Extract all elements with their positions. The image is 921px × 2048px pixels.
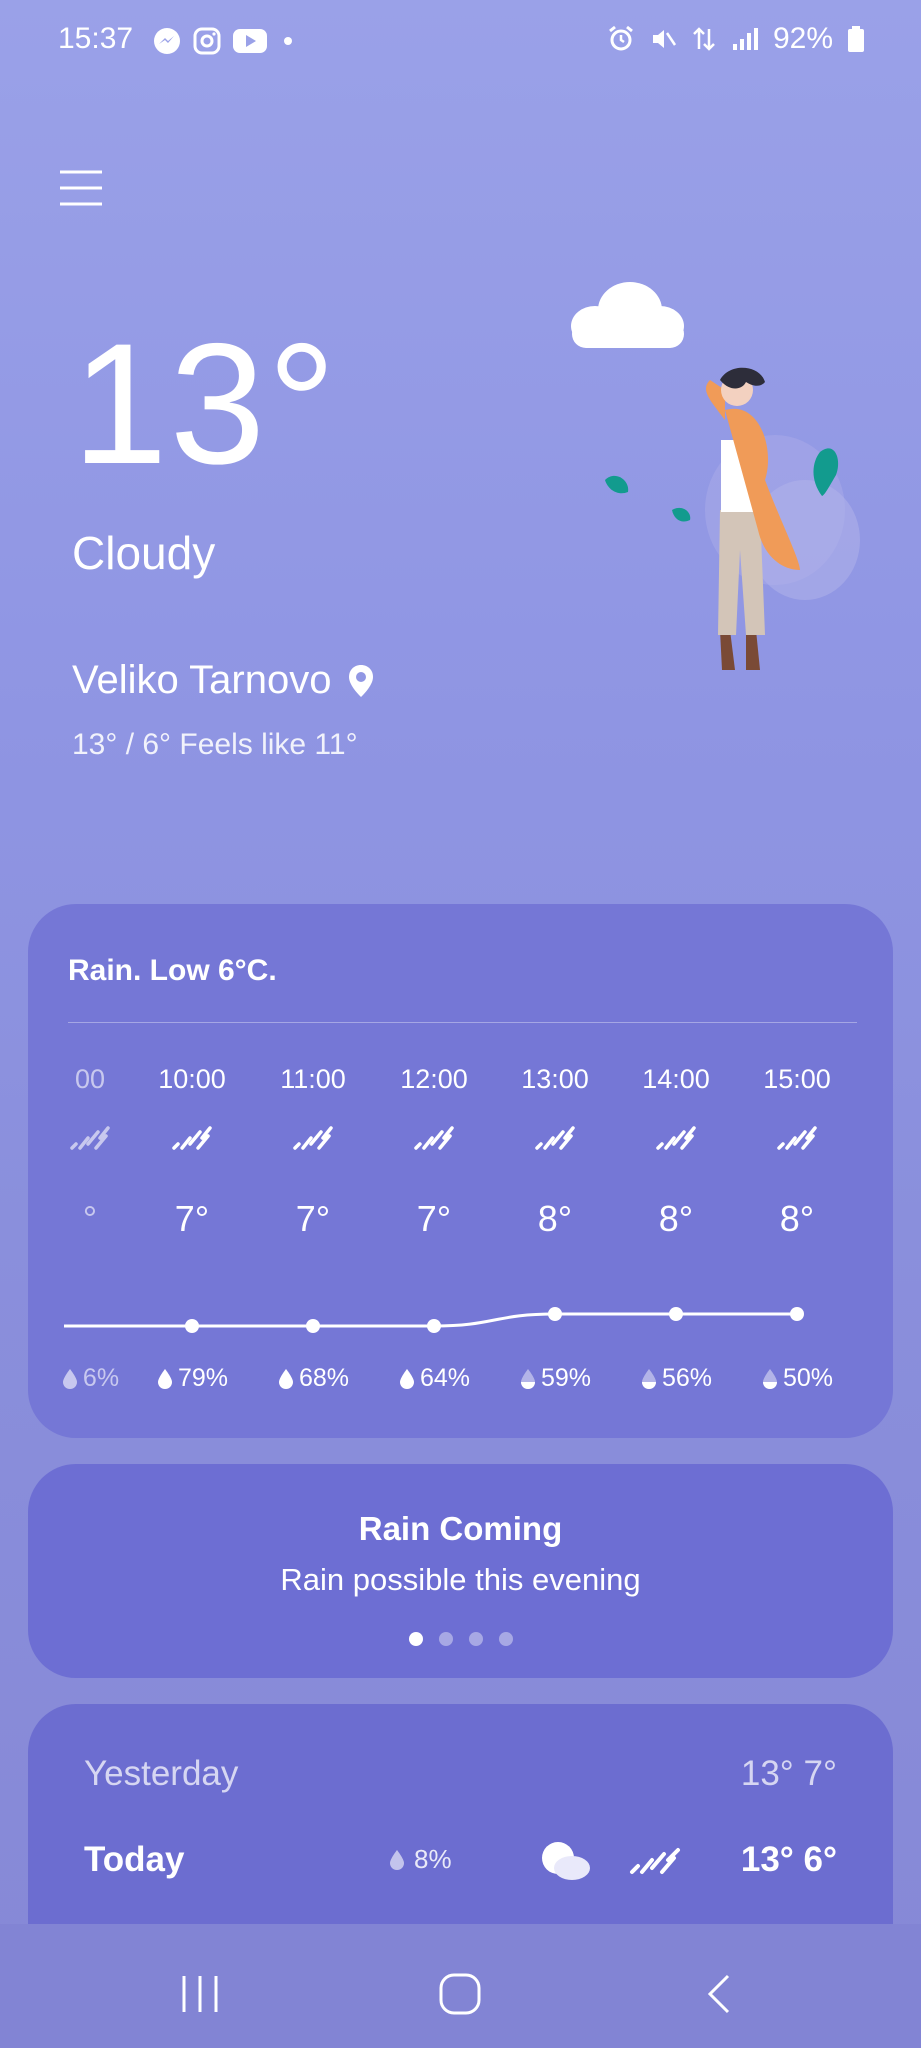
hourly-temp: 7° xyxy=(416,1198,452,1239)
hamburger-icon xyxy=(60,170,102,206)
raindrop-icon xyxy=(762,1368,777,1389)
page-dot xyxy=(498,1632,513,1646)
youtube-icon xyxy=(233,29,267,53)
back-icon xyxy=(707,1974,730,2014)
page-dot xyxy=(408,1632,423,1646)
hourly-precip-value: 68% xyxy=(298,1364,350,1392)
raindrop-icon xyxy=(399,1368,414,1389)
hourly-precip: 50% xyxy=(742,1364,852,1393)
hourly-precip: 64% xyxy=(379,1364,489,1393)
dot-icon xyxy=(284,37,292,45)
hourly-precip-value: 79% xyxy=(177,1364,229,1392)
page-indicator xyxy=(28,1632,893,1646)
hourly-time: 13:00 xyxy=(521,1064,589,1094)
signal-icon xyxy=(732,28,758,50)
battery-percent: 92% xyxy=(772,22,833,55)
home-button[interactable] xyxy=(430,1964,490,2024)
rain-icon xyxy=(630,1848,680,1874)
data-icon xyxy=(693,27,715,51)
day-precip: 8% xyxy=(388,1844,452,1875)
battery-icon xyxy=(848,26,864,52)
day-name: Yesterday xyxy=(84,1754,239,1793)
mute-icon xyxy=(652,30,676,48)
navigation-bar xyxy=(0,1924,921,2048)
rain-icon xyxy=(70,1126,110,1150)
notification-icons xyxy=(152,26,298,56)
location-button[interactable]: Veliko Tarnovo xyxy=(72,658,375,703)
hourly-scroll[interactable]: 00 ° 6% 10:00 7° 79% 11:00 7° 68% 12:00 7° 64% 13:00… xyxy=(28,904,893,1438)
alert-title: Rain Coming xyxy=(358,1510,563,1547)
recent-apps-button[interactable] xyxy=(170,1964,230,2024)
hourly-precip: 79% xyxy=(137,1364,247,1393)
recent-apps-icon xyxy=(182,1976,218,2012)
hourly-time: 15:00 xyxy=(763,1064,831,1094)
hourly-precip-value: 64% xyxy=(419,1364,471,1392)
hourly-time: 12:00 xyxy=(400,1064,468,1094)
day-temps: 13° 6° xyxy=(740,1840,837,1879)
hourly-forecast-card[interactable]: Rain. Low 6°C. 00 ° 6% 10:00 7° 79% 11:00 7° 68%… xyxy=(28,904,893,1438)
instagram-icon xyxy=(193,27,221,55)
rain-icon xyxy=(172,1126,212,1150)
rain-icon xyxy=(535,1126,575,1150)
raindrop-icon xyxy=(62,1368,77,1389)
current-condition: Cloudy xyxy=(72,527,216,579)
hourly-precip-value: 6% xyxy=(82,1364,120,1392)
cloud-icon xyxy=(571,282,684,348)
day-row-today[interactable]: Today 8% 13° 6° xyxy=(84,1840,837,1900)
system-status: 92% xyxy=(607,22,865,56)
hourly-time: 00 xyxy=(74,1064,106,1094)
raindrop-icon xyxy=(641,1368,656,1389)
day-row-yesterday[interactable]: Yesterday 13° 7° xyxy=(84,1754,837,1814)
hourly-precip-value: 56% xyxy=(661,1364,713,1392)
raindrop-icon xyxy=(520,1368,535,1389)
current-temperature: 13° xyxy=(72,308,339,500)
day-name: Today xyxy=(84,1840,185,1879)
hourly-precip: 6% xyxy=(35,1364,145,1393)
rain-icon xyxy=(293,1126,333,1150)
hourly-time: 11:00 xyxy=(280,1064,346,1094)
hourly-temp: 7° xyxy=(295,1198,331,1239)
messenger-icon xyxy=(154,28,180,54)
hourly-temp: 8° xyxy=(537,1198,573,1239)
home-icon xyxy=(439,1973,481,2015)
rain-icon xyxy=(656,1126,696,1150)
page-dot xyxy=(438,1632,453,1646)
status-time: 15:37 xyxy=(58,22,134,55)
location-name: Veliko Tarnovo xyxy=(72,658,332,702)
raindrop-icon xyxy=(278,1368,293,1389)
hourly-precip: 59% xyxy=(500,1364,610,1393)
partly-cloudy-icon xyxy=(542,1842,590,1880)
raindrop-icon xyxy=(390,1849,404,1870)
day-precip-value: 8% xyxy=(414,1844,452,1874)
rain-alert-card[interactable]: Rain Coming Rain possible this evening xyxy=(28,1464,893,1678)
hourly-temp: 7° xyxy=(174,1198,210,1239)
hourly-temp: 8° xyxy=(658,1198,694,1239)
raindrop-icon xyxy=(157,1368,172,1389)
menu-button[interactable] xyxy=(58,168,104,208)
hourly-temp: 8° xyxy=(779,1198,815,1239)
back-button[interactable] xyxy=(690,1964,750,2024)
hourly-precip: 56% xyxy=(621,1364,731,1393)
min-max-feels-like: 13° / 6° Feels like 11° xyxy=(72,728,358,761)
location-pin-icon xyxy=(349,664,374,697)
rain-icon xyxy=(414,1126,454,1150)
hourly-precip: 68% xyxy=(258,1364,368,1393)
alert-text: Rain possible this evening xyxy=(280,1562,641,1597)
day-temps: 13° 7° xyxy=(740,1754,837,1793)
hourly-time: 14:00 xyxy=(642,1064,710,1094)
rain-icon xyxy=(777,1126,817,1150)
page-dot xyxy=(468,1632,483,1646)
weather-illustration xyxy=(571,282,860,670)
hourly-precip-value: 50% xyxy=(782,1364,834,1392)
hourly-time: 10:00 xyxy=(158,1064,226,1094)
hourly-precip-value: 59% xyxy=(540,1364,592,1392)
hourly-temp: ° xyxy=(82,1198,98,1239)
alarm-icon xyxy=(609,25,633,51)
